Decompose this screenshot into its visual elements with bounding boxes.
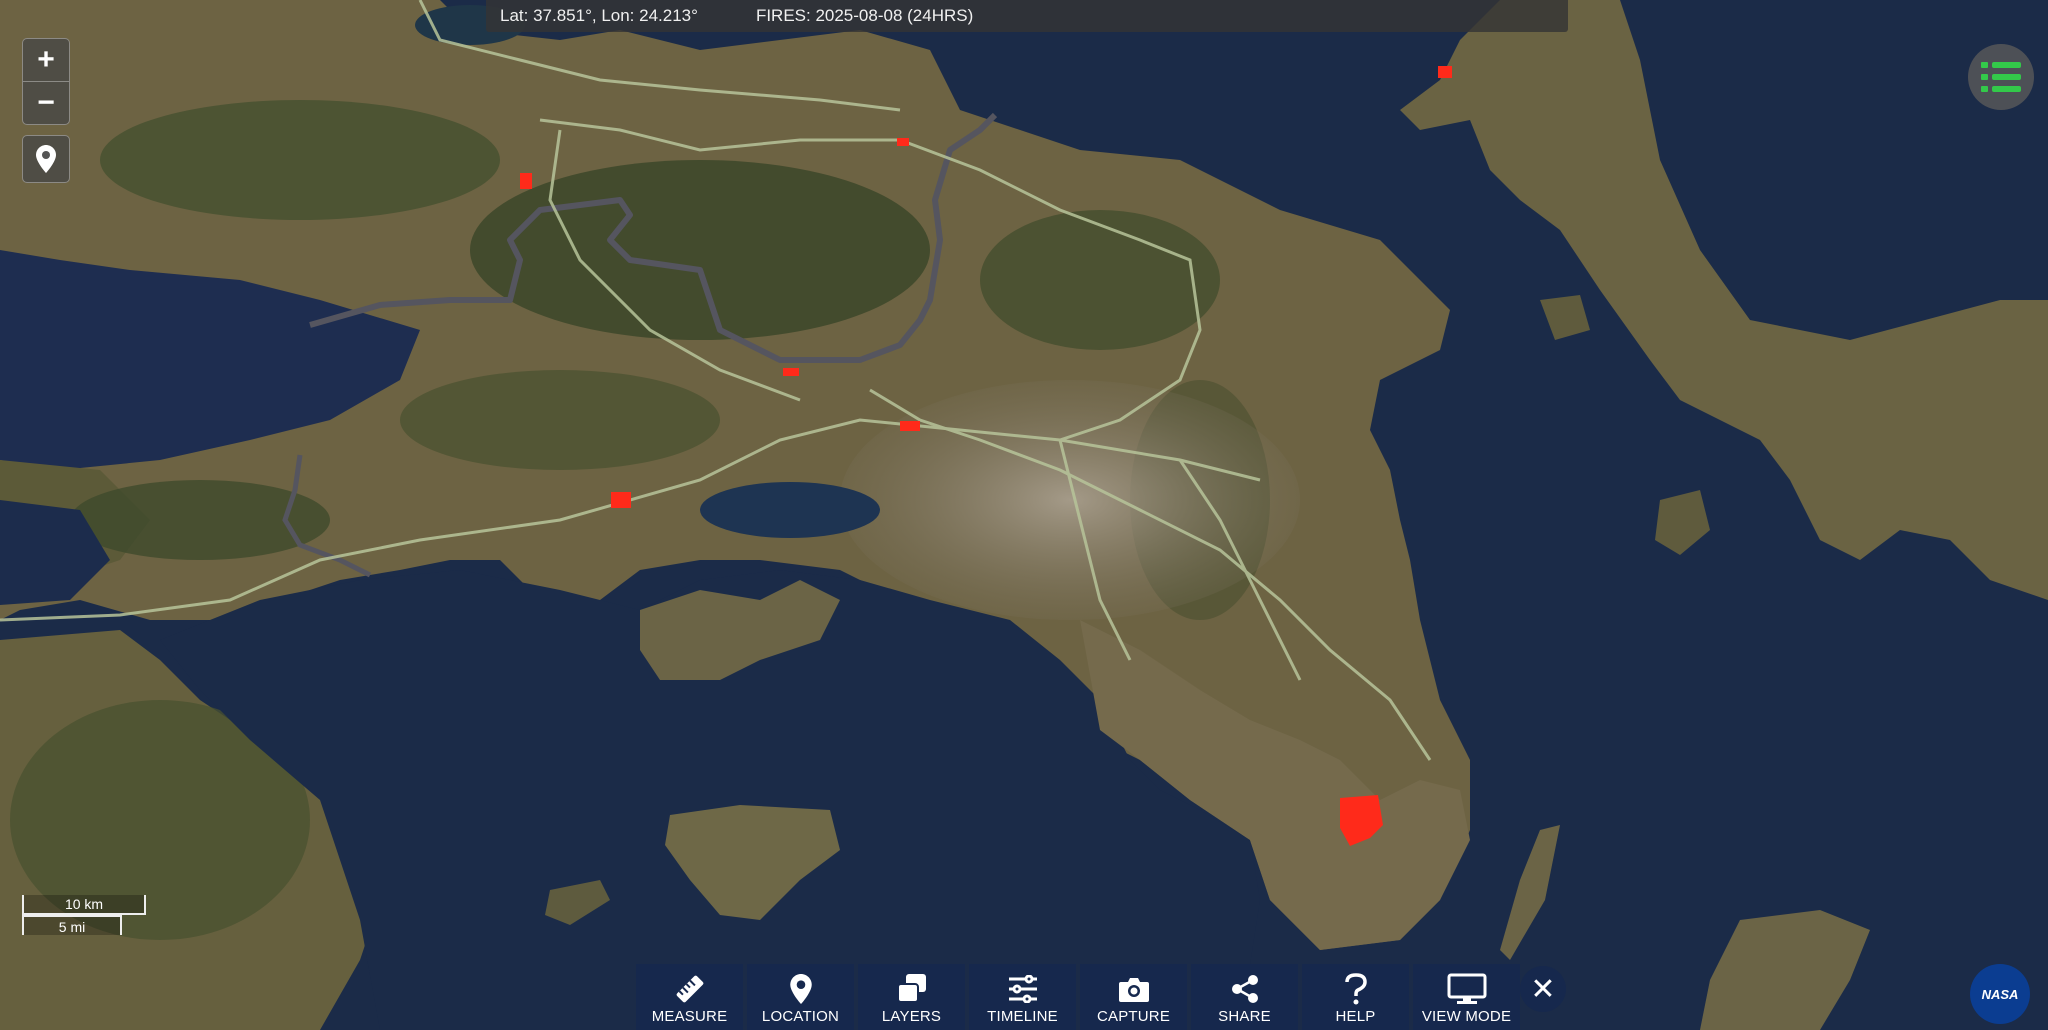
- nasa-logo-text: NASA: [1981, 986, 2019, 1002]
- forest-6: [400, 370, 720, 470]
- cursor-coordinates: Lat: 37.851°, Lon: 24.213°: [500, 6, 698, 25]
- layers-icon: [896, 974, 926, 1003]
- fire-marker-4: [783, 368, 799, 376]
- elefsina-bay: [700, 482, 880, 538]
- zoom-out-button[interactable]: −: [23, 81, 69, 124]
- fire-marker-5: [900, 421, 920, 431]
- view-mode-label: VIEW MODE: [1421, 1008, 1512, 1025]
- layer-list-button[interactable]: [1968, 44, 2034, 110]
- measure-button[interactable]: MEASURE: [636, 964, 743, 1030]
- help-label: HELP: [1335, 1008, 1376, 1025]
- fire-marker-2: [897, 138, 909, 146]
- forest-4: [70, 480, 330, 560]
- share-label: SHARE: [1218, 1008, 1271, 1025]
- fire-marker-6: [611, 492, 631, 508]
- camera-icon: [1118, 978, 1149, 1002]
- help-icon: [1344, 973, 1367, 1005]
- forest-3: [980, 210, 1220, 350]
- help-button[interactable]: HELP: [1302, 964, 1409, 1030]
- layers-button[interactable]: LAYERS: [858, 964, 965, 1030]
- view-mode-button[interactable]: VIEW MODE: [1413, 964, 1520, 1030]
- timeline-button[interactable]: TIMELINE: [969, 964, 1076, 1030]
- map-pin-icon: [789, 974, 812, 1004]
- fires-layer-date: FIRES: 2025-08-08 (24HRS): [755, 6, 974, 25]
- scale-km: 10 km: [22, 895, 146, 915]
- scale-bar: 10 km 5 mi: [22, 895, 146, 935]
- map-pin-icon: [36, 145, 56, 173]
- fire-marker-3: [1438, 66, 1452, 78]
- info-bar: Lat: 37.851°, Lon: 24.213° FIRES: 2025-0…: [486, 0, 1568, 32]
- forest-1: [470, 160, 930, 340]
- list-icon: [1981, 62, 2021, 92]
- bottom-toolbar: MEASURE LOCATION LAYERS TIMELINE CAPTURE…: [636, 964, 1520, 1030]
- scale-mi: 5 mi: [22, 915, 122, 935]
- capture-label: CAPTURE: [1096, 1008, 1171, 1025]
- zoom-in-button[interactable]: +: [23, 39, 69, 81]
- location-button[interactable]: LOCATION: [747, 964, 854, 1030]
- layers-label: LAYERS: [881, 1008, 942, 1025]
- measure-label: MEASURE: [651, 1008, 728, 1025]
- ruler-icon: [676, 975, 703, 1003]
- forest-2: [100, 100, 500, 220]
- urban-athens: [840, 380, 1300, 620]
- zoom-controls: + −: [22, 38, 70, 125]
- location-label: LOCATION: [761, 1008, 840, 1025]
- timeline-label: TIMELINE: [987, 1008, 1058, 1025]
- capture-button[interactable]: CAPTURE: [1080, 964, 1187, 1030]
- locate-me-button[interactable]: [22, 135, 70, 183]
- monitor-icon: [1447, 973, 1486, 1004]
- satellite-map[interactable]: [0, 0, 2048, 1030]
- nasa-logo: NASA: [1970, 964, 2030, 1024]
- close-toolbar-button[interactable]: ✕: [1520, 966, 1566, 1012]
- share-button[interactable]: SHARE: [1191, 964, 1298, 1030]
- sliders-icon: [1008, 975, 1037, 1003]
- fire-marker-1: [520, 173, 532, 189]
- share-icon: [1231, 975, 1258, 1003]
